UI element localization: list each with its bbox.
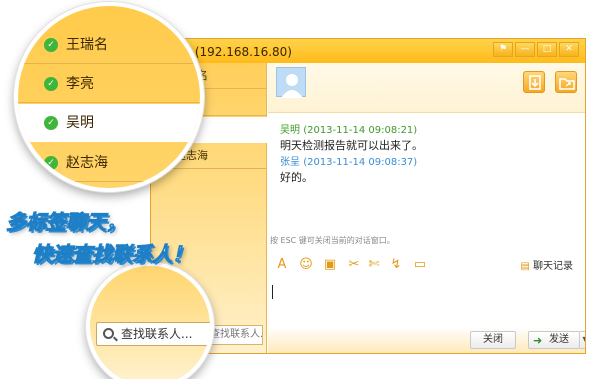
online-status-icon: ✓ [44,156,58,170]
online-status-icon: ✓ [44,38,58,52]
emoji-icon[interactable]: ☺ [298,257,314,273]
contact-search-placeholder: 查找联系人... [210,329,263,340]
message-meta: 吴明 (2013-11-14 09:08:21) [280,121,417,136]
history-icon: ▤ [520,261,533,272]
message-text: 明天检测报告就可以出来了。 [280,139,423,152]
magnified-contact-name: 赵志海 [66,155,108,171]
message-time: (2013-11-14 09:08:21) [303,125,418,136]
avatar[interactable] [276,67,306,98]
chat-header [268,63,585,113]
screenshot-icon[interactable]: ✄ [366,257,382,273]
send-label: 发送 [549,334,569,345]
title-bar[interactable]: 吴明 (192.168.16.80) ⚑ — □ ✕ [151,39,585,63]
text-caret [272,285,273,299]
history-label: 聊天记录 [533,261,573,272]
search-magnifier: 查找联系人... [86,262,214,379]
message-text: 好的。 [280,171,313,184]
close-button[interactable]: 关闭 [470,331,516,349]
magnified-contact-item[interactable]: ✓ 李亮 [18,65,200,103]
magnified-search-placeholder: 查找联系人... [121,327,193,341]
magnified-search-input[interactable]: 查找联系人... [96,322,210,346]
close-window-button[interactable]: ✕ [559,42,579,57]
share-folder-button[interactable] [555,71,577,93]
chat-pane: 吴明 (2013-11-14 09:08:21) 明天检测报告就可以出来了。 张… [268,63,585,353]
message-time: (2013-11-14 09:08:37) [303,157,418,168]
esc-hint: 按 ESC 键可关闭当前的对话窗口。 [270,236,395,245]
chat-window: 吴明 (192.168.16.80) ⚑ — □ ✕ 王瑞名 李亮 吴明 赵志海… [150,38,586,354]
folder-icon[interactable]: ▭ [412,257,428,273]
window-controls: ⚑ — □ ✕ [493,42,579,57]
send-arrow-icon: ➜ [533,334,543,347]
maximize-button[interactable]: □ [537,42,557,57]
magnified-contact-item[interactable]: ✓ 赵志海 [18,144,200,182]
image-icon[interactable]: ▣ [322,257,338,273]
send-button[interactable]: ➜ 发送 [528,331,580,349]
online-status-icon: ✓ [44,77,58,91]
magnified-contact-item[interactable]: ✓ 王瑞名 [18,26,200,64]
magnified-contact-name: 王瑞名 [66,37,108,53]
font-icon[interactable]: A [274,257,290,273]
magnified-contact-item[interactable]: ✓ 吴明 [18,104,200,142]
send-file-button[interactable] [523,71,545,93]
cut-icon[interactable]: ✂ [346,257,362,273]
message-meta: 张呈 (2013-11-14 09:08:37) [280,153,417,168]
send-file-icon [529,75,541,90]
send-options-dropdown[interactable]: ▼ [580,331,585,349]
chat-history-button[interactable]: ▤ 聊天记录 [520,257,573,272]
pin-button[interactable]: ⚑ [493,42,513,57]
folder-share-icon [559,78,575,90]
user-silhouette-icon [281,74,303,98]
magnified-contact-name: 吴明 [66,115,94,131]
message-sender: 吴明 [280,125,300,136]
magnified-contact-name: 李亮 [66,76,94,92]
search-icon [103,328,114,339]
slogan-line-2: 快速查找联系人！ [32,242,193,267]
online-status-icon: ✓ [44,116,58,130]
message-sender: 张呈 [280,157,300,168]
slogan-line-1: 多标签聊天， [6,210,127,235]
shake-icon[interactable]: ↯ [388,257,404,273]
minimize-button[interactable]: — [515,42,535,57]
contact-list-magnifier: ✓ 王瑞名 ✓ 李亮 ✓ 吴明 ✓ 赵志海 [14,2,204,192]
chat-footer: 关闭 ➜ 发送 ▼ [268,327,585,353]
